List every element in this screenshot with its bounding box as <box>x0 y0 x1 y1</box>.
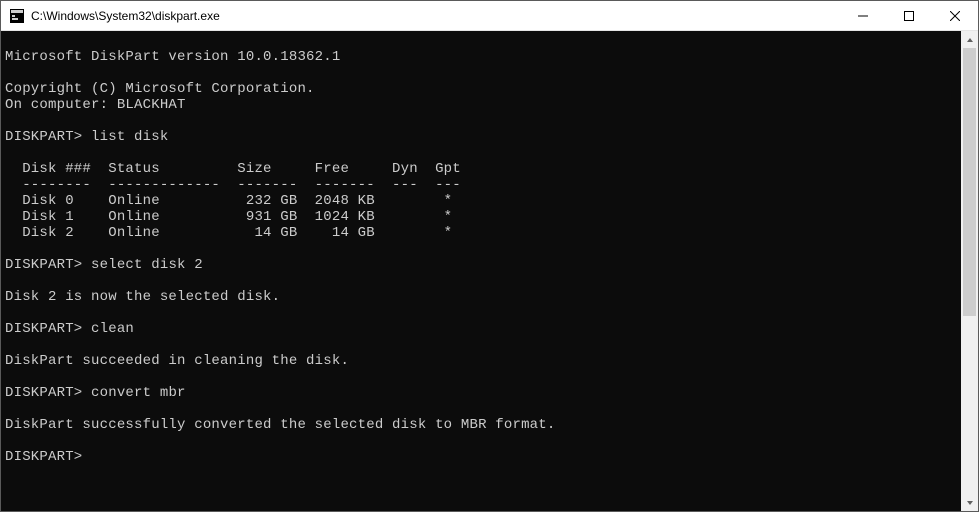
maximize-icon <box>904 11 914 21</box>
table-row: Disk 0 Online 232 GB 2048 KB * <box>5 193 452 209</box>
maximize-button[interactable] <box>886 1 932 30</box>
copyright-line: Copyright (C) Microsoft Corporation. <box>5 81 315 97</box>
close-button[interactable] <box>932 1 978 30</box>
window-controls <box>840 1 978 30</box>
msg-selected: Disk 2 is now the selected disk. <box>5 289 280 305</box>
cmd-select-disk: select disk 2 <box>91 257 203 273</box>
table-row: Disk 1 Online 931 GB 1024 KB * <box>5 209 452 225</box>
cmd-list-disk: list disk <box>91 129 168 145</box>
app-window: C:\Windows\System32\diskpart.exe Microso… <box>0 0 979 512</box>
msg-convert: DiskPart successfully converted the sele… <box>5 417 556 433</box>
cmd-clean: clean <box>91 321 134 337</box>
console-output[interactable]: Microsoft DiskPart version 10.0.18362.1 … <box>1 31 961 511</box>
client-area: Microsoft DiskPart version 10.0.18362.1 … <box>1 31 978 511</box>
titlebar[interactable]: C:\Windows\System32\diskpart.exe <box>1 1 978 31</box>
scroll-up-button[interactable] <box>961 31 978 48</box>
scroll-thumb[interactable] <box>963 48 976 316</box>
prompt: DISKPART> <box>5 129 82 145</box>
app-icon <box>9 8 25 24</box>
msg-clean: DiskPart succeeded in cleaning the disk. <box>5 353 349 369</box>
table-separator: -------- ------------- ------- ------- -… <box>5 177 461 193</box>
prompt: DISKPART> <box>5 449 82 465</box>
vertical-scrollbar[interactable] <box>961 31 978 511</box>
table-header: Disk ### Status Size Free Dyn Gpt <box>5 161 461 177</box>
prompt: DISKPART> <box>5 385 82 401</box>
cmd-convert-mbr: convert mbr <box>91 385 186 401</box>
scroll-down-button[interactable] <box>961 494 978 511</box>
table-row: Disk 2 Online 14 GB 14 GB * <box>5 225 452 241</box>
close-icon <box>950 11 960 21</box>
prompt: DISKPART> <box>5 257 82 273</box>
chevron-up-icon <box>966 36 974 44</box>
version-line: Microsoft DiskPart version 10.0.18362.1 <box>5 49 340 65</box>
prompt: DISKPART> <box>5 321 82 337</box>
computer-line: On computer: BLACKHAT <box>5 97 186 113</box>
window-title: C:\Windows\System32\diskpart.exe <box>31 9 840 23</box>
minimize-button[interactable] <box>840 1 886 30</box>
scroll-track[interactable] <box>961 48 978 494</box>
chevron-down-icon <box>966 499 974 507</box>
minimize-icon <box>858 11 868 21</box>
